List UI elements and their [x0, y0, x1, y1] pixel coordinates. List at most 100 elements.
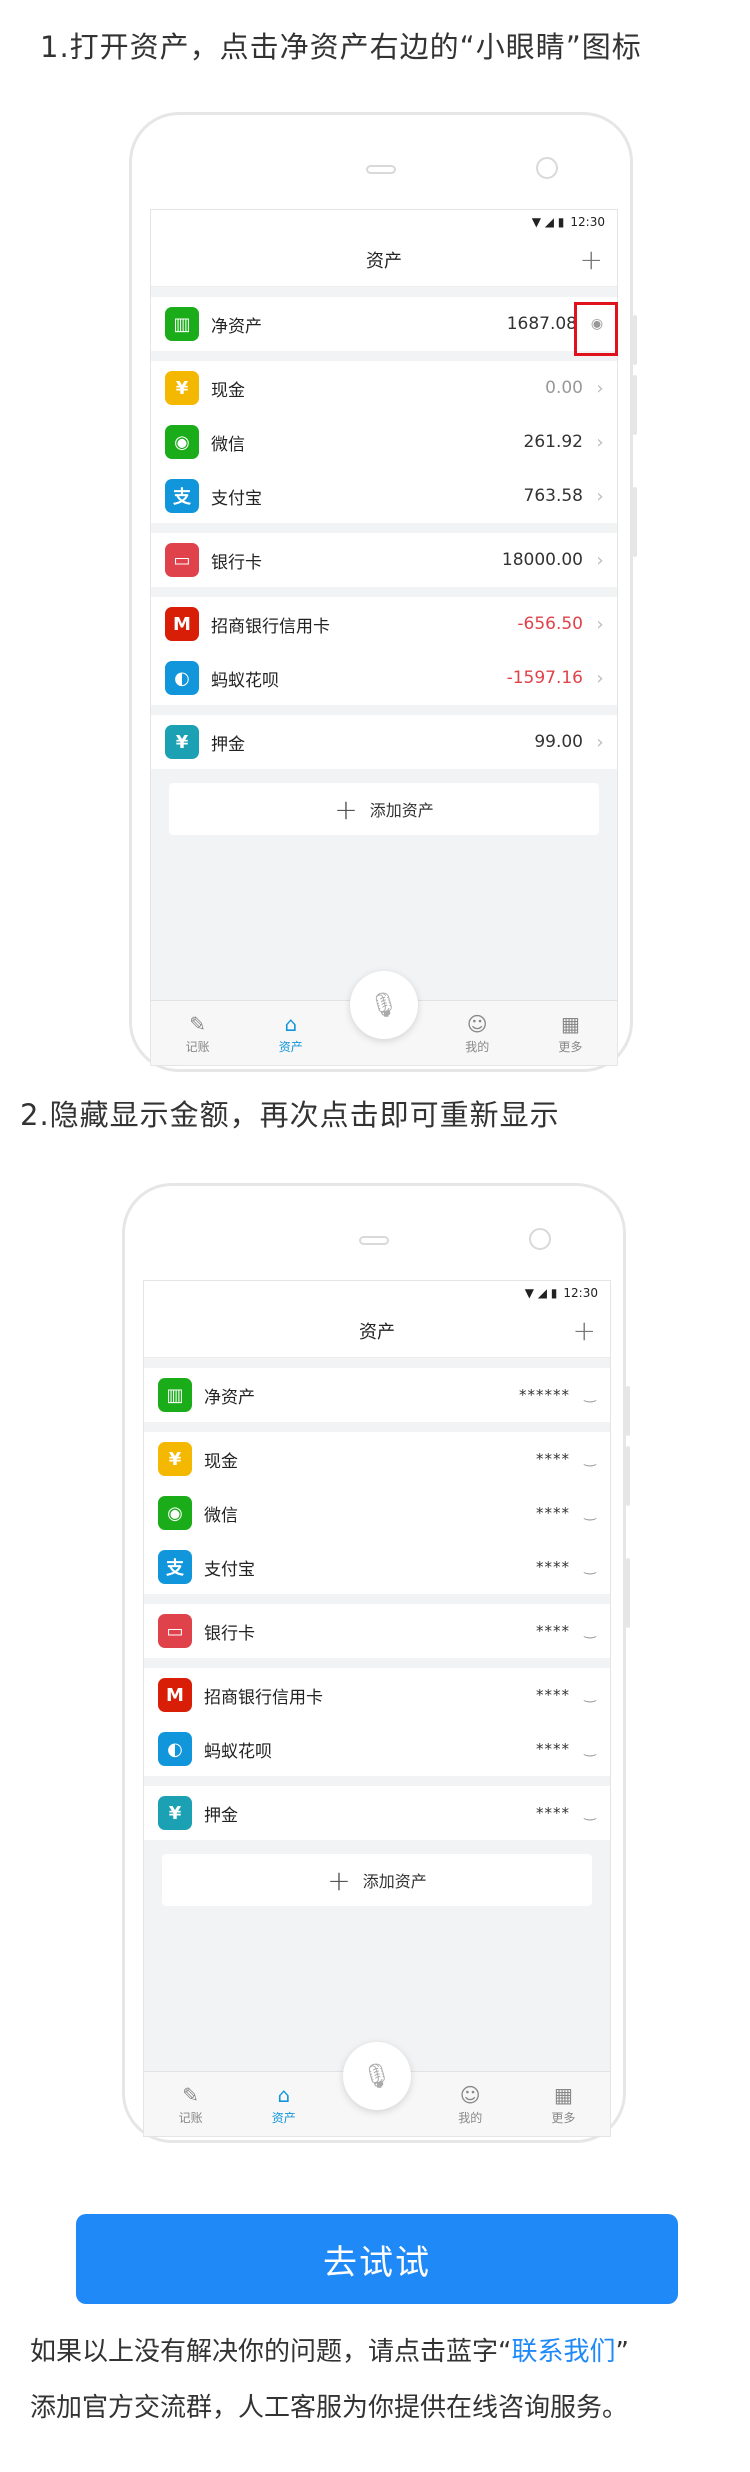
add-asset-button[interactable]: + 添加资产 — [162, 1854, 592, 1906]
asset-row[interactable]: ¥ 押金 **** ‿ — [144, 1786, 610, 1840]
asset-row[interactable]: M 招商银行信用卡 **** ‿ — [144, 1668, 610, 1722]
asset-amount: 0.00 — [545, 378, 583, 398]
status-time: 12:30 — [563, 1286, 598, 1300]
notebook-icon: ✎ — [182, 2082, 199, 2107]
asset-group: ¥ 押金 **** ‿ — [144, 1786, 610, 1840]
eye-closed-icon: ‿ — [584, 1559, 596, 1575]
plus-icon: + — [334, 792, 358, 826]
eye-closed-icon: ‿ — [584, 1505, 596, 1521]
hidden-amount: **** — [536, 1504, 570, 1522]
side-button — [633, 315, 637, 365]
asset-row[interactable]: 支支付宝 **** ‿ — [144, 1540, 610, 1594]
side-button — [633, 487, 637, 557]
tab-label: 我的 — [465, 1039, 490, 1054]
asset-icon: ¥ — [165, 725, 199, 759]
asset-name: 净资产 — [211, 316, 262, 337]
asset-row[interactable]: ▥ 净资产 ****** ‿ — [144, 1368, 610, 1422]
grid-icon: ▦ — [560, 1011, 580, 1036]
contact-us-link[interactable]: 联系我们 — [511, 2337, 615, 2367]
camera — [529, 1228, 551, 1250]
asset-row[interactable]: ¥ 现金 0.00 › — [151, 361, 617, 415]
eye-closed-toggle-icon[interactable]: ‿ — [580, 1387, 600, 1403]
tab-more[interactable]: ▦ 更多 — [517, 2072, 610, 2136]
asset-name: 微信 — [204, 1505, 238, 1526]
eye-closed-icon: ‿ — [584, 1805, 596, 1821]
phone-mockup-2: ▼ ◢ ▮ 12:30 资产 + ▥ 净资产 ****** ‿ ¥ 现金 **** ‿ ◉ 微信 *… — [122, 1183, 630, 2143]
asset-amount: 18000.00 — [501, 550, 583, 570]
nav-bar: 资产 + — [144, 1305, 610, 1358]
asset-icon: ▭ — [158, 1614, 192, 1648]
chevron-right-icon: › — [596, 613, 604, 635]
hidden-amount: **** — [536, 1622, 570, 1640]
tab-bookkeeping[interactable]: ✎ 记账 — [151, 1001, 244, 1065]
asset-name: 银行卡 — [204, 1623, 255, 1644]
asset-group: ▭ 银行卡 **** ‿ — [144, 1604, 610, 1658]
phone-mockup-1: ▼ ◢ ▮ 12:30 资产 + ▥ 净资产 1687.08 ◉ ¥ 现金 0.00 › ◉ 微信… — [129, 112, 637, 1072]
tab-label: 更多 — [558, 1039, 583, 1054]
asset-name: 蚂蚁花呗 — [204, 1741, 272, 1762]
asset-icon: ◐ — [158, 1732, 192, 1766]
asset-group: ▥ 净资产 ****** ‿ — [144, 1368, 610, 1422]
asset-icon: ◐ — [165, 661, 199, 695]
asset-row[interactable]: ▭ 银行卡 **** ‿ — [144, 1604, 610, 1658]
status-bar: ▼ ◢ ▮ 12:30 — [151, 210, 617, 234]
asset-row[interactable]: ◐ 蚂蚁花呗 **** ‿ — [144, 1722, 610, 1776]
step1-title: 1.打开资产，点击净资产右边的“小眼睛”图标 — [40, 30, 642, 64]
microphone-button[interactable]: 🎙 — [343, 2042, 411, 2110]
asset-row[interactable]: ▥ 净资产 1687.08 ◉ — [151, 297, 617, 351]
page-title: 资产 — [359, 1322, 395, 1343]
side-button — [626, 1558, 630, 1628]
tab-label: 资产 — [271, 2110, 296, 2125]
eye-closed-icon: ‿ — [584, 1687, 596, 1703]
tab-assets[interactable]: ⌂ 资产 — [237, 2072, 330, 2136]
asset-row[interactable]: ◉ 微信 261.92 › — [151, 415, 617, 469]
highlight-eye-box — [574, 302, 618, 356]
tab-label: 我的 — [458, 2110, 483, 2125]
tab-more[interactable]: ▦ 更多 — [524, 1001, 617, 1065]
asset-row[interactable]: ¥ 押金 99.00 › — [151, 715, 617, 769]
hidden-amount: **** — [536, 1450, 570, 1468]
asset-row[interactable]: 支支付宝 763.58 › — [151, 469, 617, 523]
side-button — [626, 1446, 630, 1506]
home-icon: ⌂ — [284, 1011, 298, 1036]
asset-icon: 支 — [165, 479, 199, 513]
tab-mine[interactable]: ☺ 我的 — [424, 2072, 517, 2136]
notebook-icon: ✎ — [189, 1011, 206, 1036]
asset-group: ¥ 押金 99.00 › — [151, 715, 617, 769]
page-title: 资产 — [366, 251, 402, 272]
tab-assets[interactable]: ⌂ 资产 — [244, 1001, 337, 1065]
asset-name: 支付宝 — [211, 488, 262, 509]
asset-row[interactable]: ▭ 银行卡 18000.00 › — [151, 533, 617, 587]
asset-row[interactable]: M 招商银行信用卡 -656.50 › — [151, 597, 617, 651]
asset-group: M 招商银行信用卡 **** ‿ ◐ 蚂蚁花呗 **** ‿ — [144, 1668, 610, 1776]
add-asset-button[interactable]: + 添加资产 — [169, 783, 599, 835]
footer-line-2: 添加官方交流群，人工客服为你提供在线咨询服务。 — [30, 2393, 629, 2423]
asset-icon: ¥ — [158, 1796, 192, 1830]
asset-icon: ¥ — [158, 1442, 192, 1476]
step2-title: 2.隐藏显示金额，再次点击即可重新显示 — [20, 1098, 560, 1132]
tab-mine[interactable]: ☺ 我的 — [431, 1001, 524, 1065]
asset-name: 微信 — [211, 434, 245, 455]
asset-row[interactable]: ¥ 现金 **** ‿ — [144, 1432, 610, 1486]
add-icon[interactable]: + — [573, 1317, 596, 1345]
asset-amount: 1687.08 — [506, 314, 577, 334]
add-icon[interactable]: + — [580, 246, 603, 274]
asset-name: 招商银行信用卡 — [204, 1687, 323, 1708]
eye-closed-icon: ‿ — [584, 1623, 596, 1639]
asset-amount: 261.92 — [523, 432, 583, 452]
asset-icon: ▥ — [165, 307, 199, 341]
status-icons: ▼ ◢ ▮ — [531, 215, 565, 229]
tab-bookkeeping[interactable]: ✎ 记账 — [144, 2072, 237, 2136]
speaker — [366, 165, 396, 174]
asset-icon: ▭ — [165, 543, 199, 577]
app-screen: ▼ ◢ ▮ 12:30 资产 + ▥ 净资产 ****** ‿ ¥ 现金 **** ‿ ◉ 微信 *… — [143, 1280, 611, 2137]
microphone-button[interactable]: 🎙 — [350, 971, 418, 1039]
status-icons: ▼ ◢ ▮ — [524, 1286, 558, 1300]
tab-label: 更多 — [551, 2110, 576, 2125]
asset-row[interactable]: ◐ 蚂蚁花呗 -1597.16 › — [151, 651, 617, 705]
asset-group: ¥ 现金 **** ‿ ◉ 微信 **** ‿ 支支付宝 **** ‿ — [144, 1432, 610, 1594]
asset-row[interactable]: ◉ 微信 **** ‿ — [144, 1486, 610, 1540]
try-button[interactable]: 去试试 — [76, 2214, 678, 2304]
plus-icon: + — [327, 1863, 351, 1897]
asset-name: 现金 — [204, 1451, 238, 1472]
